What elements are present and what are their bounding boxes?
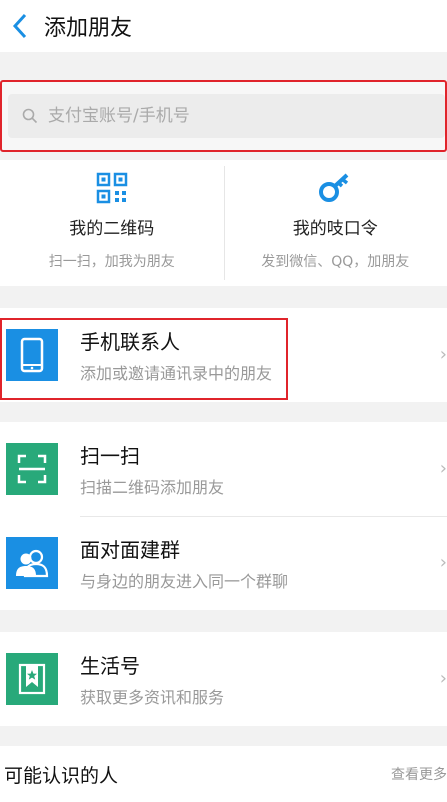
- phone-contacts-title: 手机联系人: [80, 330, 180, 354]
- chevron-right-icon: ›: [439, 344, 447, 365]
- scan-subtitle: 扫描二维码添加朋友: [80, 478, 225, 497]
- face-to-face-group-title: 面对面建群: [80, 538, 180, 562]
- life-account-row[interactable]: 生活号 获取更多资讯和服务 ›: [0, 632, 447, 726]
- phone-contacts-subtitle: 添加或邀请通讯录中的朋友: [80, 364, 273, 383]
- chevron-right-icon: ›: [439, 552, 447, 573]
- people-you-may-know: 可能认识的人 查看更多: [0, 746, 447, 802]
- my-qr-code-label: 我的二维码: [69, 219, 155, 239]
- my-qr-code-subtitle: 扫一扫，加我为朋友: [48, 254, 175, 270]
- search-input[interactable]: [46, 105, 410, 127]
- people-icon: [6, 537, 58, 589]
- key-icon: [318, 172, 352, 204]
- see-more-link[interactable]: 查看更多: [391, 764, 447, 784]
- header-bar: 添加朋友: [0, 0, 447, 52]
- search-icon: [22, 108, 38, 124]
- search-area: [0, 80, 447, 152]
- qr-code-icon: [96, 172, 128, 204]
- face-to-face-group-row[interactable]: 面对面建群 与身边的朋友进入同一个群聊 ›: [0, 516, 447, 610]
- life-account-subtitle: 获取更多资讯和服务: [80, 688, 225, 707]
- chevron-right-icon: ›: [439, 458, 447, 479]
- scan-row[interactable]: 扫一扫 扫描二维码添加朋友 ›: [0, 422, 447, 516]
- code-panel: 我的二维码 扫一扫，加我为朋友 我的吱口令 发到微信、QQ，加朋友: [0, 160, 447, 286]
- section-title: 可能认识的人: [4, 764, 119, 787]
- phone-icon: [6, 329, 58, 381]
- search-box[interactable]: [8, 94, 445, 138]
- tools-group: 扫一扫 扫描二维码添加朋友 › 面对面建群 与身边的朋友进入同一个群聊 ›: [0, 422, 447, 610]
- life-group: 生活号 获取更多资讯和服务 ›: [0, 632, 447, 726]
- scan-title: 扫一扫: [80, 444, 140, 468]
- contacts-group: 手机联系人 添加或邀请通讯录中的朋友 ›: [0, 308, 447, 402]
- my-qr-code-button[interactable]: 我的二维码 扫一扫，加我为朋友: [0, 160, 224, 286]
- page-title: 添加朋友: [44, 16, 133, 41]
- face-to-face-group-subtitle: 与身边的朋友进入同一个群聊: [80, 572, 289, 591]
- my-key-code-subtitle: 发到微信、QQ，加朋友: [261, 254, 410, 270]
- my-key-code-button[interactable]: 我的吱口令 发到微信、QQ，加朋友: [223, 160, 447, 286]
- back-button[interactable]: [6, 12, 34, 40]
- star-bookmark-icon: [6, 653, 58, 705]
- chevron-right-icon: ›: [439, 668, 447, 689]
- scan-icon: [6, 443, 58, 495]
- chevron-left-icon: [12, 13, 27, 39]
- my-key-code-label: 我的吱口令: [292, 219, 378, 239]
- life-account-title: 生活号: [80, 654, 140, 678]
- phone-contacts-row[interactable]: 手机联系人 添加或邀请通讯录中的朋友 ›: [0, 308, 447, 402]
